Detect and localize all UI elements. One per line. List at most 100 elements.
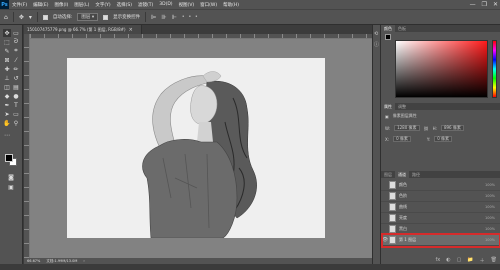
layer-row[interactable]: 颜色 100%	[381, 180, 500, 191]
document-tab-title: 150107475779.png @ 66.7% (第 1 图层, RGB/8#…	[27, 26, 126, 32]
type-tool-icon[interactable]: T	[12, 101, 20, 109]
quick-mask-icon[interactable]: ◙	[7, 173, 15, 181]
h-label: H:	[432, 125, 437, 131]
home-icon[interactable]: ⌂	[4, 14, 8, 21]
hand-tool-icon[interactable]: ✋	[3, 119, 11, 127]
history-brush-tool-icon[interactable]: ↺	[12, 74, 20, 82]
close-icon[interactable]: ×	[129, 27, 133, 33]
menu-3d[interactable]: 3D(D)	[156, 2, 175, 7]
layer-row[interactable]: 亮度 100%	[381, 213, 500, 224]
eraser-tool-icon[interactable]: ◫	[3, 83, 11, 91]
marquee-tool-icon[interactable]: ⬚	[3, 38, 11, 46]
y-label: Y:	[426, 136, 431, 142]
transform-controls-checkbox[interactable]	[103, 14, 109, 20]
tab-properties[interactable]: 属性	[381, 103, 395, 110]
layer-row[interactable]: 曲线 100%	[381, 202, 500, 213]
layer-thumbnail	[389, 214, 396, 222]
move-tool-icon[interactable]: ✥	[3, 29, 11, 37]
chevron-right-icon[interactable]: ›	[83, 259, 84, 263]
document-tab[interactable]: 150107475779.png @ 66.7% (第 1 图层, RGB/8#…	[24, 25, 142, 34]
tab-adjustments[interactable]: 调整	[395, 103, 409, 110]
color-picker-field[interactable]	[395, 40, 488, 98]
auto-select-checkbox[interactable]	[42, 14, 48, 20]
lasso-tool-icon[interactable]: ᘐ	[12, 38, 20, 46]
tab-swatches[interactable]: 色板	[395, 25, 409, 32]
artboard-tool-icon[interactable]: ▭	[12, 29, 20, 37]
history-icon[interactable]: ⟲	[374, 31, 378, 37]
height-field[interactable]: 896 像素	[440, 125, 464, 131]
options-bar: ⌂ ✥ ▾ 自动选择: 图层 ▾ 显示变换控件 ⊫ ⊪ ⊩ • • •	[0, 9, 500, 25]
canvas-image[interactable]	[67, 58, 325, 238]
menu-layer[interactable]: 图层(L)	[71, 2, 92, 8]
hue-slider[interactable]	[492, 40, 497, 98]
size-row: W: 1280 像素 ⛓ H: 896 像素	[385, 125, 464, 131]
path-select-tool-icon[interactable]: ➤	[3, 110, 11, 118]
zoom-level[interactable]: 66.67%	[27, 259, 40, 263]
width-field[interactable]: 1280 像素	[394, 125, 420, 131]
menu-select[interactable]: 选择(S)	[114, 2, 135, 8]
info-icon[interactable]: ⓘ	[374, 41, 379, 48]
divider	[12, 12, 14, 22]
menu-file[interactable]: 文件(F)	[9, 2, 30, 8]
mask-icon[interactable]: ▢	[457, 257, 462, 263]
tab-paths[interactable]: 路径	[409, 171, 423, 178]
link-icon[interactable]: ⛓	[424, 126, 429, 131]
more-tools-icon[interactable]: ⋯	[3, 131, 11, 139]
auto-select-dropdown[interactable]: 图层 ▾	[77, 13, 99, 21]
collapsed-panel-icons: ⟲ ⓘ	[372, 25, 380, 264]
layers-panel-footer: fx ◐ ▢ 📁 ＋ 🗑	[381, 256, 500, 264]
canvas-area[interactable]	[30, 39, 372, 258]
divider	[145, 12, 147, 22]
adjustment-layer-icon[interactable]: ◐	[446, 257, 450, 263]
folder-icon[interactable]: 📁	[467, 257, 473, 263]
tab-layers[interactable]: 图层	[381, 171, 395, 178]
pen-tool-icon[interactable]: ✒	[3, 101, 11, 109]
chevron-down-icon[interactable]: ▾	[29, 14, 32, 21]
y-field[interactable]: 0 像素	[434, 136, 453, 142]
quick-select-tool-icon[interactable]: ✎	[3, 47, 11, 55]
new-layer-icon[interactable]: ＋	[480, 257, 485, 264]
minimize-button[interactable]: —	[470, 1, 476, 8]
align-right-icon[interactable]: ⊩	[172, 14, 177, 21]
zoom-tool-icon[interactable]: ⚲	[12, 119, 20, 127]
menu-help[interactable]: 帮助(H)	[220, 2, 242, 8]
gradient-tool-icon[interactable]: ▤	[12, 83, 20, 91]
trash-icon[interactable]: 🗑	[491, 257, 497, 263]
photoshop-window: Ps 文件(F) 编辑(E) 图像(I) 图层(L) 文字(Y) 选择(S) 滤…	[0, 0, 500, 270]
menu-edit[interactable]: 编辑(E)	[30, 2, 51, 8]
layer-opacity: 100%	[484, 216, 495, 220]
menu-filter[interactable]: 滤镜(T)	[135, 2, 156, 8]
more-options-icon[interactable]: • • •	[182, 14, 199, 20]
layer-row[interactable]: 色阶 100%	[381, 191, 500, 202]
layer-thumbnail	[389, 181, 396, 189]
blur-tool-icon[interactable]: ◆	[3, 92, 11, 100]
menu-window[interactable]: 窗口(W)	[197, 2, 220, 8]
foreground-color-swatch[interactable]	[5, 154, 13, 162]
layer-opacity: 100%	[484, 227, 495, 231]
move-tool-icon[interactable]: ✥	[19, 14, 24, 21]
screen-mode-icon[interactable]: ▣	[7, 183, 15, 191]
layer-thumbnail	[389, 203, 396, 211]
layer-name: 曲线	[399, 204, 407, 209]
clone-stamp-tool-icon[interactable]: ⊥	[3, 74, 11, 82]
tab-channels[interactable]: 通道	[395, 171, 409, 178]
menu-image[interactable]: 图像(I)	[51, 2, 71, 8]
x-field[interactable]: 0 像素	[393, 136, 411, 142]
foreground-color-swatch[interactable]	[385, 34, 391, 40]
rectangle-tool-icon[interactable]: ▭	[12, 110, 20, 118]
tab-color[interactable]: 颜色	[381, 25, 395, 32]
frame-tool-icon[interactable]: ⊠	[3, 56, 11, 64]
crop-tool-icon[interactable]: ⌗	[12, 47, 20, 55]
menu-view[interactable]: 视图(V)	[176, 2, 198, 8]
position-row: X: 0 像素 Y: 0 像素	[385, 136, 453, 142]
align-center-icon[interactable]: ⊪	[161, 14, 166, 21]
eyedropper-tool-icon[interactable]: ⁄	[12, 56, 20, 64]
brush-tool-icon[interactable]: ✏	[12, 65, 20, 73]
close-window-button[interactable]: ✕	[493, 1, 498, 8]
fx-icon[interactable]: fx	[436, 257, 441, 263]
align-left-icon[interactable]: ⊫	[151, 14, 156, 21]
healing-brush-tool-icon[interactable]: ✚	[3, 65, 11, 73]
maximize-button[interactable]: ❐	[482, 1, 487, 8]
dodge-tool-icon[interactable]: ●	[12, 92, 20, 100]
menu-type[interactable]: 文字(Y)	[92, 2, 113, 8]
